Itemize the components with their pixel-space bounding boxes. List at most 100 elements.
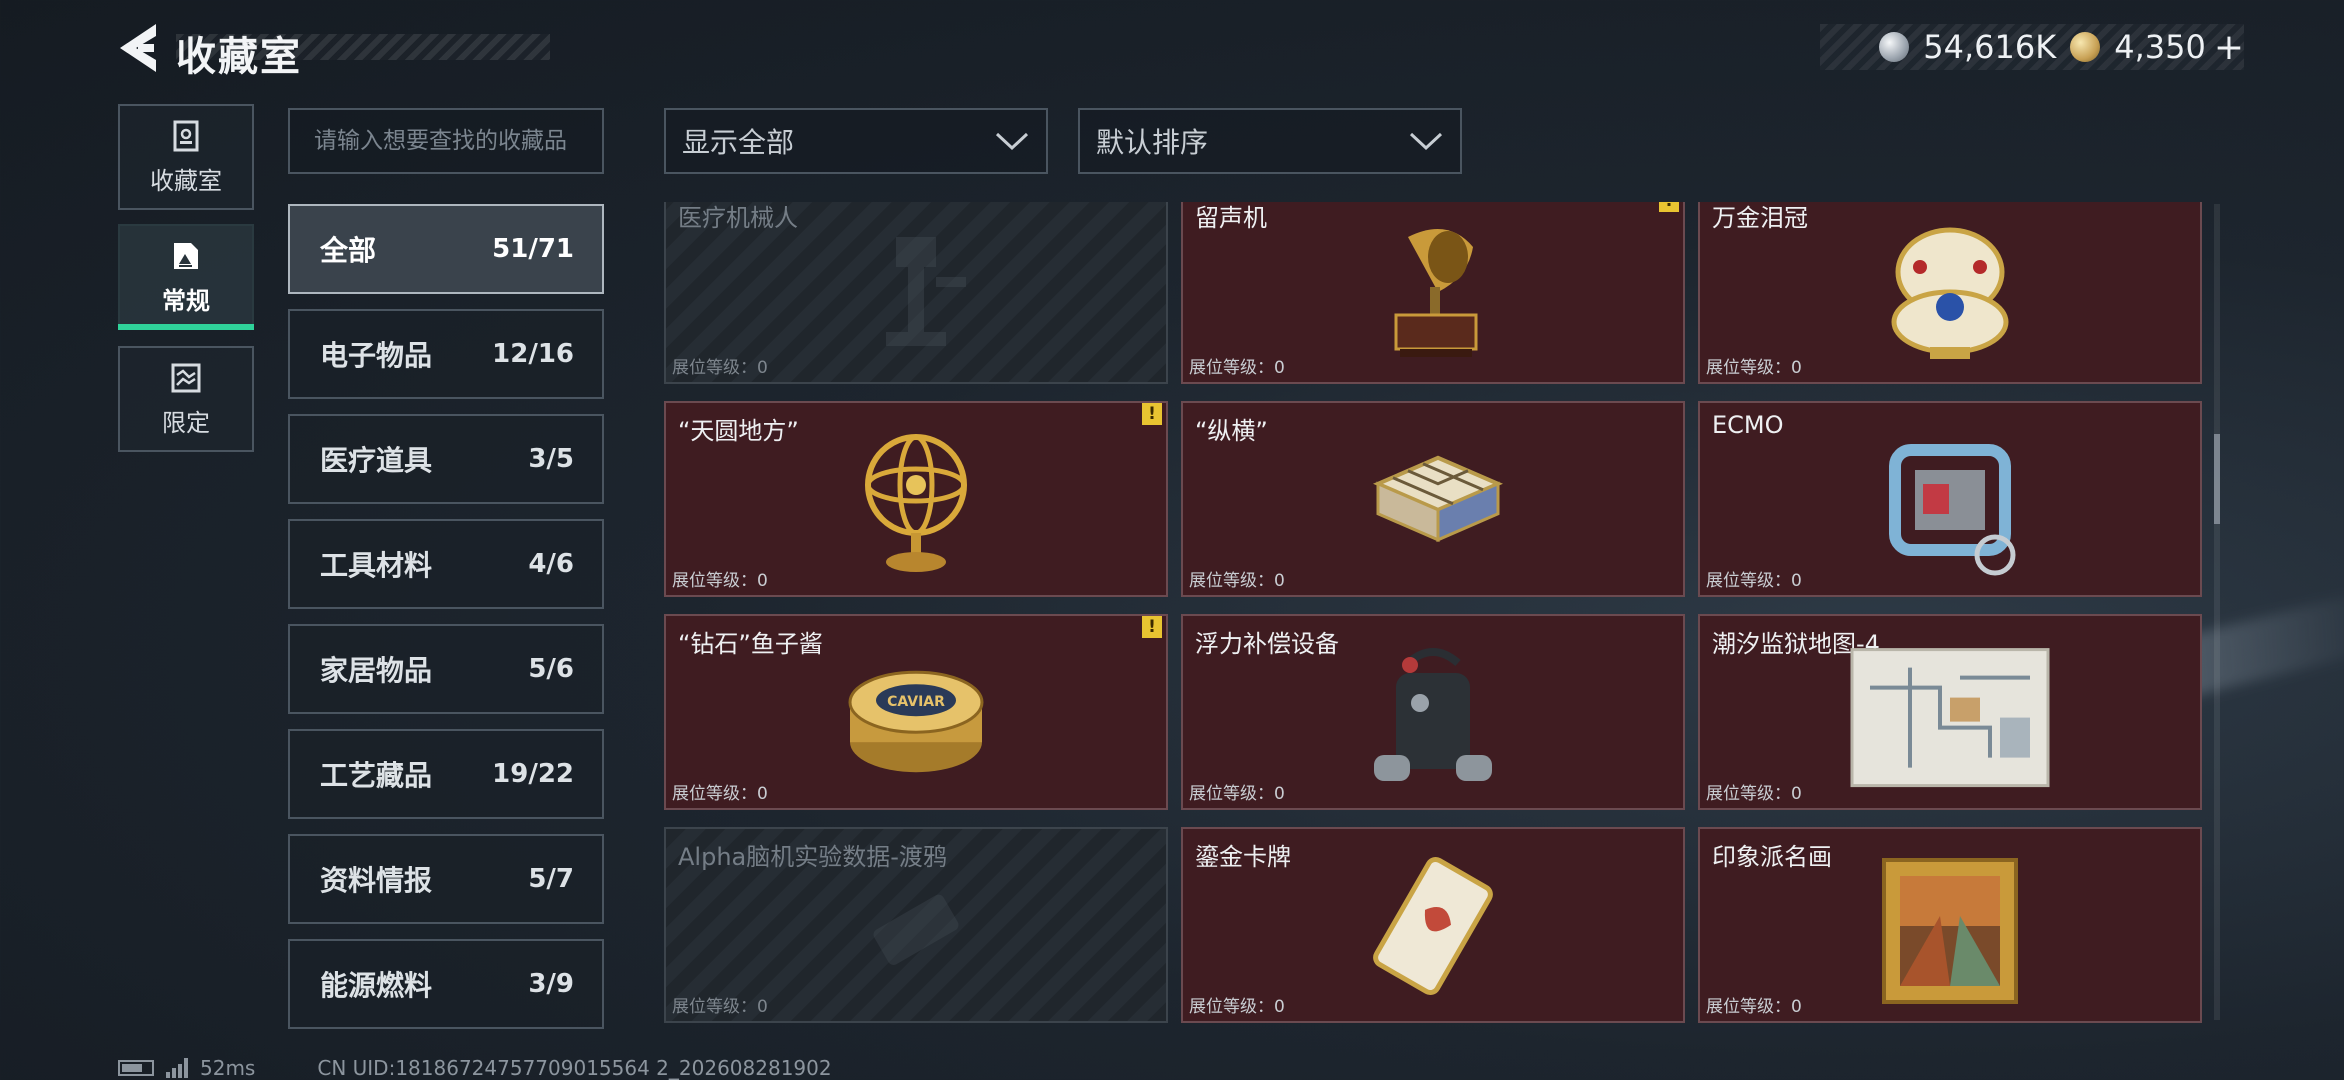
gramophone-icon (1394, 229, 1478, 357)
silver-amount: 54,616K (1923, 28, 2057, 66)
caviar-label: CAVIAR (887, 694, 945, 710)
card-name: 医疗机械人 (678, 204, 798, 232)
sort-dropdown[interactable]: 默认排序 (1078, 108, 1462, 174)
category-name: 工具材料 (320, 549, 433, 582)
category-count: 4/6 (528, 549, 574, 579)
card-name: “纵横” (1195, 417, 1268, 445)
search-input[interactable] (314, 128, 578, 154)
bcd-device-icon (1374, 648, 1492, 781)
category-name: 电子物品 (320, 339, 433, 372)
limited-icon (171, 363, 201, 392)
card-level: 展位等级：0 (672, 784, 768, 804)
category-energy[interactable]: 能源燃料 3/9 (288, 939, 604, 1029)
gallery-icon (174, 242, 198, 269)
gilded-card-icon (1373, 856, 1493, 996)
show-filter-value: 显示全部 (682, 126, 795, 159)
side-tab-collection-room[interactable]: 收藏室 (118, 104, 254, 210)
card-name: 浮力补偿设备 (1195, 630, 1339, 658)
collection-card[interactable]: 潮汐监狱地图-4 展位等级：0 (1698, 614, 2202, 810)
ping-value: 52ms (200, 1056, 256, 1080)
show-filter-dropdown[interactable]: 显示全部 (664, 108, 1048, 174)
card-name: 万金泪冠 (1712, 204, 1808, 232)
category-count: 3/5 (528, 444, 574, 474)
gold-coin-icon (2070, 32, 2101, 62)
category-name: 医疗道具 (320, 444, 433, 477)
page-title: 收藏室 (176, 34, 302, 80)
collection-card[interactable]: ECMO 展位等级：0 (1698, 401, 2202, 597)
card-name: Alpha脑机实验数据-渡鸦 (678, 843, 947, 871)
archive-icon (173, 120, 199, 151)
category-count: 12/16 (492, 339, 574, 369)
collection-card[interactable]: 印象派名画 展位等级：0 (1698, 827, 2202, 1023)
silver-coin-icon (1879, 32, 1910, 62)
category-medical[interactable]: 医疗道具 3/5 (288, 414, 604, 504)
collection-card[interactable]: 万金泪冠 展位等级：0 (1698, 202, 2202, 384)
collection-grid: 医疗机械人 展位等级：0 留声机 ! 展位等级：0 万金泪冠 (662, 202, 2204, 1024)
category-count: 3/9 (528, 969, 574, 999)
category-household[interactable]: 家居物品 5/6 (288, 624, 604, 714)
painting-icon (1882, 858, 2018, 1004)
category-count: 51/71 (492, 234, 574, 264)
card-level: 展位等级：0 (1706, 784, 1802, 804)
category-crafts[interactable]: 工艺藏品 19/22 (288, 729, 604, 819)
category-tools[interactable]: 工具材料 4/6 (288, 519, 604, 609)
gold-amount: 4,350 (2114, 28, 2206, 66)
alert-badge-icon: ! (1659, 202, 1679, 212)
sort-value: 默认排序 (1096, 126, 1209, 159)
chessboard-box-icon (1372, 455, 1504, 543)
chevron-down-icon (995, 132, 1029, 151)
header: 收藏室 54,616K 4,350 + (0, 0, 2344, 100)
collection-card[interactable]: 浮力补偿设备 展位等级：0 (1181, 614, 1685, 810)
category-count: 5/6 (528, 654, 574, 684)
chevron-down-icon (1409, 132, 1443, 151)
collection-card[interactable]: Alpha脑机实验数据-渡鸦 展位等级：0 (664, 827, 1168, 1023)
collection-card[interactable]: 鎏金卡牌 展位等级：0 (1181, 827, 1685, 1023)
category-name: 能源燃料 (320, 969, 433, 1002)
category-count: 5/7 (528, 864, 574, 894)
uid-text: CN UID:18186724757709015564 2_2026082819… (317, 1056, 832, 1080)
side-tab-label: 收藏室 (150, 166, 222, 195)
card-level: 展位等级：0 (1189, 358, 1285, 378)
add-currency-button[interactable]: + (2214, 27, 2244, 68)
status-footer: 52ms CN UID:18186724757709015564 2_20260… (118, 1056, 832, 1080)
side-tab-regular[interactable]: 常规 (118, 224, 254, 330)
jeweled-egg-icon (1891, 227, 2009, 359)
category-name: 资料情报 (320, 864, 433, 897)
card-level: 展位等级：0 (672, 571, 768, 591)
battery-icon (118, 1060, 154, 1076)
back-arrow-icon[interactable] (116, 22, 162, 74)
signal-icon (166, 1058, 188, 1078)
card-level: 展位等级：0 (1189, 784, 1285, 804)
card-level: 展位等级：0 (1189, 997, 1285, 1017)
card-name: 印象派名画 (1712, 843, 1832, 871)
category-electronics[interactable]: 电子物品 12/16 (288, 309, 604, 399)
data-drive-icon (873, 894, 959, 965)
side-tab-label: 常规 (162, 286, 210, 315)
collection-card[interactable]: “钻石”鱼子酱 ! CAVIAR 展位等级：0 (664, 614, 1168, 810)
alert-badge-icon: ! (1142, 616, 1162, 638)
collection-card[interactable]: “天圆地方” ! 展位等级：0 (664, 401, 1168, 597)
side-tab-limited[interactable]: 限定 (118, 346, 254, 452)
grid-scrollbar[interactable] (2214, 204, 2220, 1020)
ecmo-machine-icon (1889, 444, 2016, 576)
caviar-tin-icon: CAVIAR (848, 670, 984, 773)
prison-map-icon (1850, 648, 2050, 788)
card-level: 展位等级：0 (1706, 358, 1802, 378)
collection-card[interactable]: 留声机 ! 展位等级：0 (1181, 202, 1685, 384)
category-all[interactable]: 全部 51/71 (288, 204, 604, 294)
category-name: 家居物品 (320, 654, 433, 687)
collection-card[interactable]: “纵横” 展位等级：0 (1181, 401, 1685, 597)
currency-bar: 54,616K 4,350 + (1820, 24, 2244, 70)
category-count: 19/22 (492, 759, 574, 789)
scrollbar-thumb[interactable] (2214, 434, 2220, 524)
collection-card[interactable]: 医疗机械人 展位等级：0 (664, 202, 1168, 384)
search-box (288, 108, 604, 174)
card-level: 展位等级：0 (1189, 571, 1285, 591)
alert-badge-icon: ! (1142, 403, 1162, 425)
medical-robot-icon (886, 237, 966, 346)
armillary-sphere-icon (865, 434, 967, 572)
title-banner: 收藏室 (176, 20, 550, 80)
category-name: 全部 (320, 234, 377, 267)
category-intel[interactable]: 资料情报 5/7 (288, 834, 604, 924)
card-name: ECMO (1712, 411, 1784, 439)
